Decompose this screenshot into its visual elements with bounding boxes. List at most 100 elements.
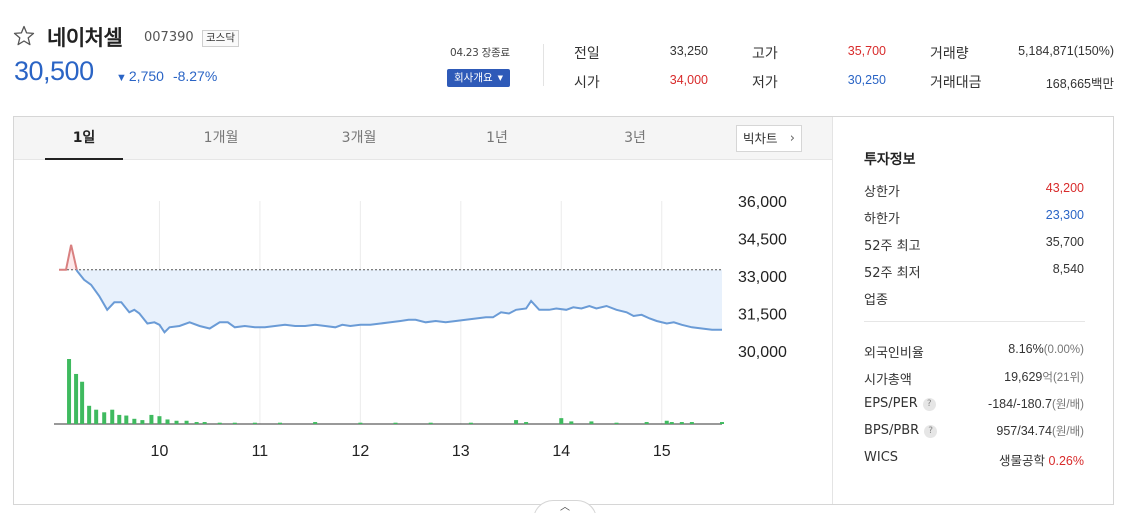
y-tick-label: 30,000 <box>738 344 787 361</box>
volume-bar <box>689 422 694 424</box>
low-value: 30,250 <box>847 73 886 87</box>
bps-pbr-text: BPS/PBR <box>864 423 920 438</box>
chart-areas <box>59 244 723 333</box>
foreign-ratio-value: 8.16%(0.00%) <box>1008 342 1084 356</box>
below-prev-area <box>76 269 723 333</box>
info-divider <box>864 321 1085 322</box>
header-divider <box>543 44 544 86</box>
volume-bar <box>202 422 207 424</box>
market-cap-value: 19,629억(21위) <box>1004 369 1084 385</box>
volume-bar <box>110 409 115 424</box>
wics-label: WICS <box>864 450 899 465</box>
volume-bar <box>358 422 363 424</box>
high-label: 고가 <box>752 46 778 62</box>
bps-pbr-main: 957/34.74 <box>996 424 1052 438</box>
wics-rate: 0.26% <box>1048 454 1084 468</box>
x-tick-label: 12 <box>351 443 369 460</box>
help-icon[interactable]: ? <box>924 425 938 438</box>
volume-bar <box>80 381 85 424</box>
high-value: 35,700 <box>847 44 886 58</box>
company-overview-label: 회사개요 <box>454 72 493 84</box>
tab-3year[interactable]: 3년 <box>596 117 674 160</box>
market-cap-main: 19,629 <box>1004 370 1043 384</box>
market-cap-label: 시가총액 <box>864 373 912 388</box>
chart-box: 1일 1개월 3개월 1년 3년 빅차트 › 10 11 12 13 14 15 36,00… <box>13 116 1114 505</box>
bps-pbr-label: BPS/PBR? <box>864 423 938 438</box>
intraday-chart: 10 11 12 13 14 15 36,000 34,500 33,000 31,500 30,0… <box>54 194 787 460</box>
volume-bar <box>87 405 92 424</box>
x-tick-label: 15 <box>653 443 671 460</box>
upper-limit-label: 상한가 <box>864 185 900 200</box>
foreign-ratio-main: 8.16% <box>1008 342 1044 356</box>
y-tick-label: 31,500 <box>738 307 787 324</box>
bps-pbr-sub: (원/배) <box>1051 426 1084 438</box>
help-icon[interactable]: ? <box>922 398 936 411</box>
volume-bar <box>157 416 162 424</box>
change-amount: 2,750 <box>128 68 164 84</box>
volume-bar <box>720 422 724 424</box>
volume-bar <box>132 418 137 424</box>
x-tick-label: 10 <box>151 443 169 460</box>
volume-bar <box>67 359 72 424</box>
wics-industry[interactable]: 생물공학 <box>999 454 1045 468</box>
industry-label: 업종 <box>864 293 888 308</box>
bps-pbr-value: 957/34.74(원/배) <box>996 423 1084 439</box>
tab-1year[interactable]: 1년 <box>458 117 536 160</box>
volume-bar <box>569 421 574 424</box>
company-overview-button[interactable]: 회사개요 ▼ <box>447 69 511 87</box>
chevron-up-icon: ︿ <box>560 502 570 513</box>
current-price: 30,500 <box>14 56 94 86</box>
bigchart-label: 빅차트 <box>743 131 778 146</box>
tab-1month[interactable]: 1개월 <box>182 117 260 160</box>
volume-bar <box>174 420 179 424</box>
price-change: ▼ 2,750 -8.27% <box>116 68 217 84</box>
amount-value: 168,665백만 <box>1045 77 1114 91</box>
change-rate: -8.27% <box>172 68 218 84</box>
volume-bar <box>278 422 282 424</box>
volume-bar <box>149 414 154 424</box>
volume-bar <box>117 414 122 424</box>
lower-limit-label: 하한가 <box>864 212 900 227</box>
caret-down-icon: ▼ <box>497 74 504 82</box>
tab-3month[interactable]: 3개월 <box>320 117 398 160</box>
volume-bar <box>232 422 237 424</box>
tab-1day[interactable]: 1일 <box>45 117 123 160</box>
volume-bar <box>74 373 79 424</box>
prev-close-value: 33,250 <box>669 44 708 58</box>
eps-per-text: EPS/PER <box>864 396 918 411</box>
foreign-ratio-label: 외국인비율 <box>864 346 924 361</box>
volume-label: 거래량 <box>930 46 969 62</box>
star-icon[interactable] <box>12 24 36 48</box>
collapse-handle[interactable]: ︿ <box>533 500 597 513</box>
volume-value: 5,184,871(150%) <box>1018 44 1114 58</box>
market-badge: 코스닥 <box>202 30 239 47</box>
y-tick-label: 33,000 <box>738 269 787 286</box>
volume-bar <box>664 420 669 424</box>
amount-label: 거래대금 <box>930 75 982 91</box>
volume-bar <box>614 422 619 424</box>
open-value: 34,000 <box>669 73 708 87</box>
volume-bar <box>589 421 594 424</box>
lower-limit-value: 23,300 <box>1045 208 1084 222</box>
y-tick-label: 36,000 <box>738 194 787 211</box>
low-52w-label: 52주 최저 <box>864 266 921 281</box>
market-cap-sub: 억(21위) <box>1042 372 1084 384</box>
high-52w-value: 35,700 <box>1045 235 1084 249</box>
investment-info-title: 투자정보 <box>864 152 916 168</box>
volume-bar <box>313 422 318 424</box>
x-tick-label: 13 <box>452 443 470 460</box>
volume-bar <box>140 420 145 424</box>
bigchart-button[interactable]: 빅차트 › <box>736 125 802 152</box>
foreign-ratio-sub: (0.00%) <box>1043 344 1084 356</box>
stock-name: 네이처셀 <box>47 26 123 50</box>
x-tick-label: 11 <box>252 443 269 460</box>
low-label: 저가 <box>752 75 778 91</box>
down-arrow-icon: ▼ <box>116 72 127 84</box>
low-52w-value: 8,540 <box>1052 262 1084 276</box>
volume-bar <box>252 422 257 424</box>
volume-bar <box>679 422 684 424</box>
volume-bar <box>124 415 129 424</box>
x-tick-label: 14 <box>552 443 570 460</box>
market-status: 04.23 장종료 <box>450 47 510 59</box>
volume-bar <box>468 422 473 424</box>
